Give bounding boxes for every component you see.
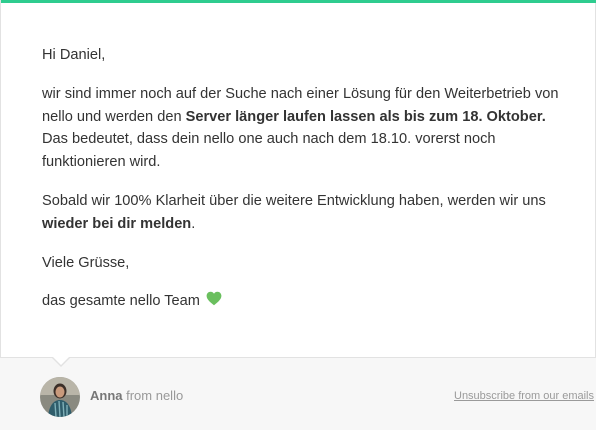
paragraph-text: . xyxy=(191,215,196,232)
paragraph-bold-text: Server länger laufen lassen als bis zum … xyxy=(185,108,546,125)
unsubscribe-link[interactable]: Unsubscribe from our emails xyxy=(454,390,594,402)
sender-info: Anna from nello xyxy=(90,388,183,403)
paragraph-bold-text: wieder bei dir melden xyxy=(42,215,192,232)
sender-name: Anna xyxy=(90,388,123,403)
sender-from: from nello xyxy=(122,388,184,403)
avatar xyxy=(40,377,80,417)
signature-line: das gesamte nello Team xyxy=(42,290,562,314)
paragraph-next-steps: Sobald wir 100% Klarheit über die weiter… xyxy=(42,190,562,236)
closing: Viele Grüsse, xyxy=(42,254,130,271)
signature: das gesamte nello Team xyxy=(42,293,200,310)
green-heart-icon xyxy=(206,291,222,314)
message-body: Hi Daniel, wir sind immer noch auf der S… xyxy=(42,44,562,330)
email-footer: Anna from nello Unsubscribe from our ema… xyxy=(0,374,596,418)
paragraph-text: Sobald wir 100% Klarheit über die weiter… xyxy=(42,192,546,209)
greeting: Hi Daniel, xyxy=(42,47,106,63)
paragraph-text: Das bedeutet, dass dein nello one auch n… xyxy=(42,131,496,171)
accent-bar xyxy=(1,0,596,3)
paragraph-server-info: wir sind immer noch auf der Suche nach e… xyxy=(42,83,562,174)
email-card: Hi Daniel, wir sind immer noch auf der S… xyxy=(0,0,596,358)
